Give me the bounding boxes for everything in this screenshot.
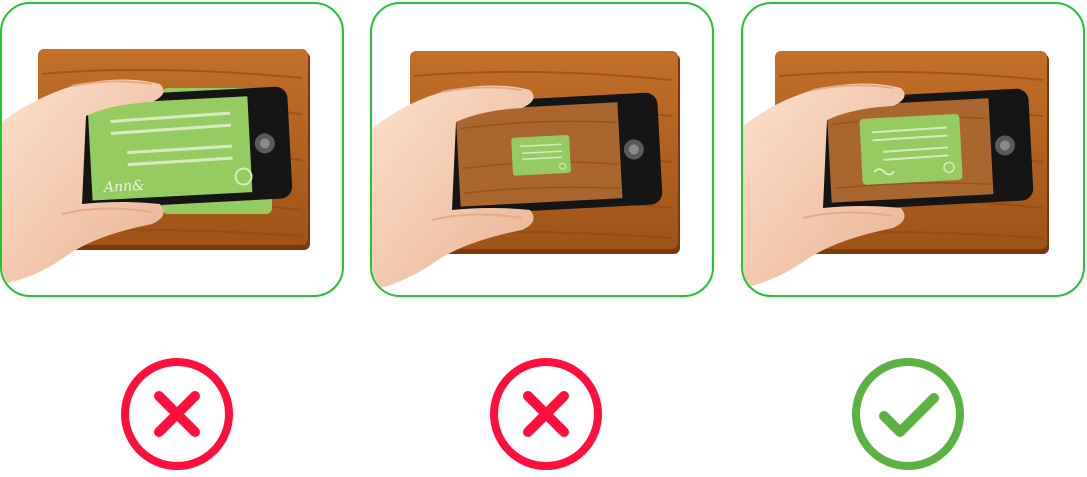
id-card — [511, 134, 571, 176]
photo-too-close-illustration: Ann& — [2, 49, 310, 284]
result-correct — [850, 356, 966, 472]
example-panel-correct — [741, 2, 1085, 297]
check-circle-icon — [852, 358, 964, 470]
example-panel-too-far — [370, 2, 714, 297]
example-panel-too-close: Ann& — [0, 2, 344, 297]
card-signature: Ann& — [102, 178, 145, 196]
photo-too-far-illustration — [372, 51, 680, 290]
x-circle-icon — [490, 358, 602, 470]
result-incorrect-1 — [119, 356, 235, 472]
x-circle-icon — [121, 358, 233, 470]
photo-correct-illustration — [743, 51, 1049, 288]
result-incorrect-2 — [488, 356, 604, 472]
